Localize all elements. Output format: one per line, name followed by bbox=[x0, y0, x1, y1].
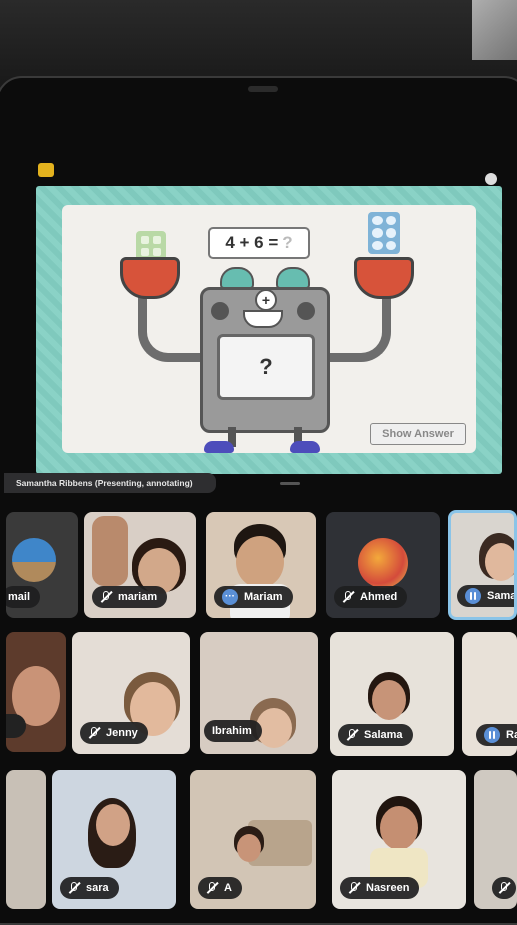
participant-name: Ra bbox=[506, 729, 517, 741]
participant-tile[interactable]: Ahmed bbox=[326, 512, 440, 618]
mic-off-icon bbox=[100, 591, 112, 603]
robot-smile bbox=[243, 310, 283, 328]
mic-off-icon bbox=[88, 727, 100, 739]
name-pill: A bbox=[198, 877, 242, 899]
mic-off-icon bbox=[498, 882, 510, 894]
participant-name: mail bbox=[8, 591, 31, 603]
participant-tile[interactable]: Salama bbox=[330, 632, 454, 756]
participant-tile[interactable]: Nasreen bbox=[332, 770, 466, 909]
name-pill bbox=[492, 877, 516, 899]
participant-name: Sama bbox=[487, 590, 517, 602]
name-pill: Ibrahim bbox=[204, 720, 262, 742]
participant-hand bbox=[92, 516, 128, 586]
mic-off-icon bbox=[68, 882, 80, 894]
show-answer-button[interactable]: Show Answer bbox=[370, 423, 466, 445]
app-icon[interactable] bbox=[38, 163, 54, 177]
equation-unknown: ? bbox=[282, 233, 293, 252]
mic-off-icon bbox=[346, 729, 358, 741]
participant-face bbox=[485, 543, 514, 581]
camera-notch bbox=[248, 86, 278, 92]
robot-left-eye bbox=[211, 302, 229, 320]
robot-left-shoe bbox=[204, 441, 234, 453]
participant-name: Ibrahim bbox=[212, 725, 252, 737]
participant-name: Ahmed bbox=[360, 591, 398, 603]
participant-name: Salama bbox=[364, 729, 403, 741]
name-pill: Ahmed bbox=[334, 586, 408, 608]
participant-name: Mariam bbox=[244, 591, 283, 603]
name-pill-truncated bbox=[6, 714, 26, 738]
balloon-avatar bbox=[358, 538, 408, 588]
participant-tile[interactable]: ··· Mariam bbox=[206, 512, 316, 618]
grid-drag-handle[interactable] bbox=[280, 482, 300, 485]
participant-tile[interactable]: Ra bbox=[462, 632, 517, 756]
robot-screen-value: ? bbox=[259, 354, 273, 379]
participant-face bbox=[237, 834, 261, 862]
participant-tile[interactable]: mariam bbox=[84, 512, 196, 618]
math-game-slide: 4 + 6 = ? + ? Show Answer bbox=[62, 205, 476, 453]
participant-face bbox=[96, 804, 130, 846]
plus-symbol: + bbox=[255, 289, 277, 311]
presenter-text: Samantha Ribbens (Presenting, annotating… bbox=[16, 478, 193, 488]
robot-body: + ? bbox=[200, 287, 330, 433]
avatar bbox=[12, 538, 56, 582]
name-pill: mail bbox=[6, 586, 41, 608]
presenter-label: Samantha Ribbens (Presenting, annotating… bbox=[4, 473, 216, 493]
name-pill: Jenny bbox=[80, 722, 148, 744]
dice-six-icon bbox=[368, 212, 400, 254]
participant-tile[interactable]: A bbox=[190, 770, 316, 909]
name-pill: ··· Mariam bbox=[214, 586, 293, 608]
robot-left-ear bbox=[220, 267, 254, 289]
name-pill: Salama bbox=[338, 724, 413, 746]
participant-name: Jenny bbox=[106, 727, 138, 739]
name-pill: sara bbox=[60, 877, 119, 899]
speaking-icon bbox=[484, 727, 500, 743]
participant-name: sara bbox=[86, 882, 109, 894]
background-light bbox=[472, 0, 517, 60]
name-pill: Sama bbox=[457, 585, 517, 607]
equation-text: 4 + 6 = bbox=[225, 233, 279, 252]
participant-tile[interactable]: Ibrahim bbox=[200, 632, 318, 754]
robot-right-ear bbox=[276, 267, 310, 289]
robot-right-eye bbox=[297, 302, 315, 320]
speaking-icon bbox=[465, 588, 481, 604]
more-icon: ··· bbox=[222, 589, 238, 605]
participant-face bbox=[236, 536, 284, 588]
mic-off-icon bbox=[342, 591, 354, 603]
name-pill: mariam bbox=[92, 586, 168, 608]
participant-tile[interactable]: mail bbox=[6, 512, 78, 618]
participant-name: Nasreen bbox=[366, 882, 410, 894]
participant-name: mariam bbox=[118, 591, 158, 603]
participant-tile[interactable] bbox=[6, 632, 66, 752]
name-pill: Ra bbox=[476, 724, 517, 746]
participant-face bbox=[380, 806, 418, 850]
mic-off-icon bbox=[348, 882, 360, 894]
robot-right-hand[interactable] bbox=[354, 257, 414, 299]
robot-answer-screen[interactable]: ? bbox=[217, 334, 315, 400]
participant-tile[interactable] bbox=[474, 770, 517, 909]
participant-tile[interactable]: sara bbox=[52, 770, 176, 909]
participant-tile-active[interactable]: Sama bbox=[448, 510, 517, 620]
robot-right-shoe bbox=[290, 441, 320, 453]
participant-tile[interactable]: Jenny bbox=[72, 632, 190, 754]
equation-box: 4 + 6 = ? bbox=[208, 227, 310, 259]
name-pill: Nasreen bbox=[340, 877, 420, 899]
participant-name: A bbox=[224, 882, 232, 894]
more-options-icon[interactable] bbox=[485, 173, 497, 185]
participant-tile[interactable] bbox=[6, 770, 46, 909]
mic-off-icon bbox=[206, 882, 218, 894]
participant-face bbox=[372, 680, 406, 720]
